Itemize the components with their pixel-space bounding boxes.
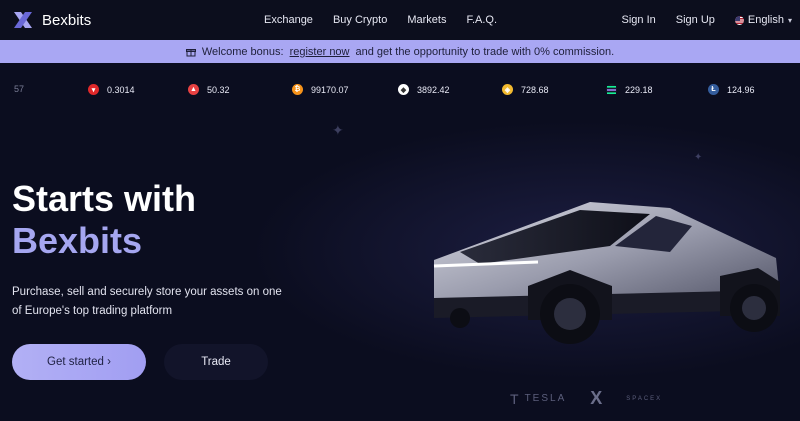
- ticker-item[interactable]: ₿ 99170.07: [292, 84, 349, 95]
- litecoin-icon: Ł: [708, 84, 719, 95]
- main-menu: Exchange Buy Crypto Markets F.A.Q.: [264, 0, 517, 40]
- spacex-logo: SPACEX: [626, 395, 663, 402]
- chevron-down-icon: ▾: [787, 15, 792, 25]
- cybertruck-image: [433, 202, 780, 344]
- hero-title: Starts with Bexbits: [12, 178, 196, 262]
- tesla-logo: T TESLA: [510, 391, 566, 407]
- hero-title-line2: Bexbits: [12, 220, 143, 261]
- ticker-item[interactable]: Ł 124.96: [708, 84, 755, 95]
- avalanche-icon: ▲: [188, 84, 199, 95]
- ticker-price: 229.18: [625, 84, 653, 95]
- ticker-item[interactable]: ▲ 50.32: [188, 84, 230, 95]
- ticker-item[interactable]: 57: [14, 84, 24, 94]
- banner-suffix: and get the opportunity to trade with 0%…: [355, 45, 615, 58]
- tesla-wordmark: TESLA: [524, 393, 567, 404]
- language-selector[interactable]: English ▾: [734, 14, 792, 26]
- welcome-banner: Welcome bonus: register now and get the …: [0, 40, 800, 63]
- us-flag-icon: [734, 15, 744, 25]
- ticker-price: 99170.07: [311, 84, 349, 95]
- ethereum-icon: ◆: [398, 84, 409, 95]
- hero-title-line1: Starts with: [12, 178, 197, 219]
- bnb-icon: ◈: [502, 84, 513, 95]
- tron-icon: ▾: [88, 84, 99, 95]
- x-logo: X: [590, 388, 603, 408]
- ticker-price: 124.96: [727, 84, 755, 95]
- ticker-price: 0.3014: [107, 84, 135, 95]
- ticker-price: 3892.42: [417, 84, 450, 95]
- nav-link-markets[interactable]: Markets: [407, 14, 446, 26]
- ticker-item[interactable]: ▾ 0.3014: [88, 84, 135, 95]
- sign-in-link[interactable]: Sign In: [622, 14, 656, 26]
- brand-name: Bexbits: [42, 11, 92, 29]
- ticker-price: 57: [14, 84, 25, 94]
- sign-up-link[interactable]: Sign Up: [676, 14, 715, 26]
- get-started-button[interactable]: Get started ›: [12, 344, 146, 380]
- tesla-icon: T: [510, 390, 519, 407]
- account-menu: Sign In Sign Up English ▾: [602, 0, 792, 40]
- bexbits-logo-icon: [14, 12, 32, 28]
- bitcoin-icon: ₿: [292, 84, 303, 95]
- price-ticker: 57 ▾ 0.3014 ▲ 50.32 ₿ 99170.07 ◆ 3892.42…: [0, 72, 800, 112]
- solana-icon: [606, 84, 617, 95]
- register-now-link[interactable]: register now: [290, 46, 350, 58]
- ticker-price: 728.68: [521, 84, 549, 95]
- gift-icon: [185, 48, 196, 56]
- language-label: English: [747, 14, 784, 26]
- partner-logos: T TESLA X SPACEX: [510, 388, 662, 409]
- trade-button[interactable]: Trade: [164, 344, 268, 380]
- ticker-price: 50.32: [207, 84, 230, 95]
- ticker-item[interactable]: ◈ 728.68: [502, 84, 549, 95]
- brand-logo[interactable]: Bexbits: [12, 9, 91, 31]
- nav-link-exchange[interactable]: Exchange: [264, 14, 313, 26]
- top-navbar: Bexbits Exchange Buy Crypto Markets F.A.…: [0, 0, 800, 40]
- nav-link-faq[interactable]: F.A.Q.: [466, 14, 497, 26]
- hero-subtitle: Purchase, sell and securely store your a…: [12, 286, 282, 317]
- banner-prefix: Welcome bonus:: [201, 45, 284, 58]
- ticker-item[interactable]: ◆ 3892.42: [398, 84, 450, 95]
- nav-link-buy-crypto[interactable]: Buy Crypto: [333, 14, 387, 26]
- ticker-item[interactable]: 229.18: [606, 84, 653, 95]
